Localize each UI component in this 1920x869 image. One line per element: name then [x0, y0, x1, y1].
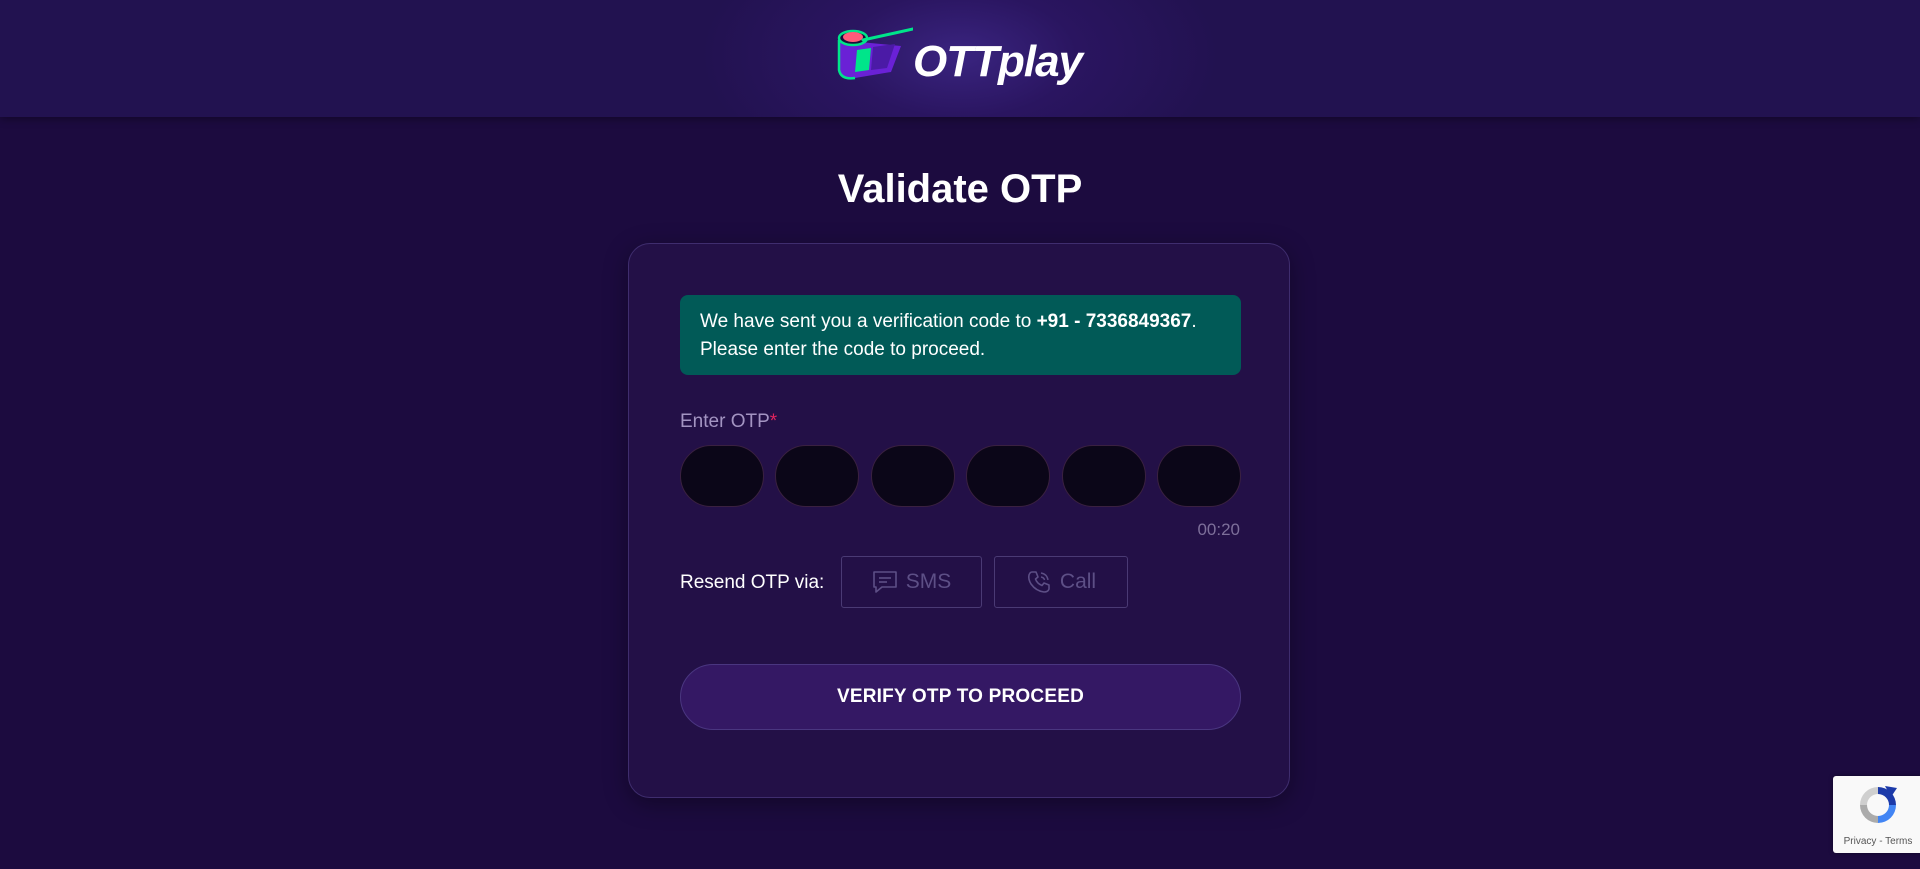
phone-icon: [1027, 571, 1050, 593]
otp-label-text: Enter OTP: [680, 411, 770, 432]
verification-notice: We have sent you a verification code to …: [680, 295, 1241, 375]
recaptcha-badge[interactable]: Privacy - Terms: [1833, 776, 1920, 853]
page-title: Validate OTP: [837, 167, 1083, 211]
notice-phone: +91 - 7336849367: [1036, 311, 1192, 332]
otp-digit-6[interactable]: [1156, 445, 1241, 507]
recaptcha-privacy-link[interactable]: Privacy: [1844, 836, 1877, 847]
recaptcha-links: Privacy - Terms: [1833, 836, 1920, 847]
otp-input-group: [680, 445, 1241, 507]
notice-suffix: .: [1191, 311, 1197, 332]
required-mark: *: [769, 411, 778, 432]
recaptcha-terms-link[interactable]: Terms: [1885, 836, 1912, 847]
resend-label: Resend OTP via:: [680, 572, 825, 593]
recaptcha-separator: -: [1876, 836, 1886, 847]
otp-digit-1[interactable]: [680, 445, 764, 507]
otp-digit-2[interactable]: [775, 445, 860, 507]
recaptcha-icon: [1860, 786, 1897, 823]
notice-line2: Please enter the code to proceed.: [700, 339, 986, 360]
verify-otp-button[interactable]: VERIFY OTP TO PROCEED: [680, 664, 1241, 730]
chat-bubble-icon: [872, 571, 897, 593]
resend-call-button[interactable]: Call: [994, 556, 1128, 608]
logo-wordmark: OTTplay: [913, 37, 1083, 86]
otp-digit-3[interactable]: [870, 445, 955, 507]
otp-label: Enter OTP*: [680, 411, 777, 433]
film-reel-logo-icon: [837, 27, 913, 80]
notice-prefix: We have sent you a verification code to: [700, 311, 1037, 332]
otp-digit-5[interactable]: [1061, 445, 1146, 507]
ottplay-logo[interactable]: OTTplay: [833, 26, 1087, 92]
resend-call-label: Call: [1059, 570, 1097, 593]
otp-timer: 00:20: [1197, 520, 1240, 539]
top-header: OTTplay: [0, 0, 1920, 117]
resend-sms-label: SMS: [905, 570, 952, 593]
resend-sms-button[interactable]: SMS: [841, 556, 982, 608]
otp-digit-4[interactable]: [966, 445, 1051, 507]
otp-card: We have sent you a verification code to …: [628, 243, 1290, 798]
